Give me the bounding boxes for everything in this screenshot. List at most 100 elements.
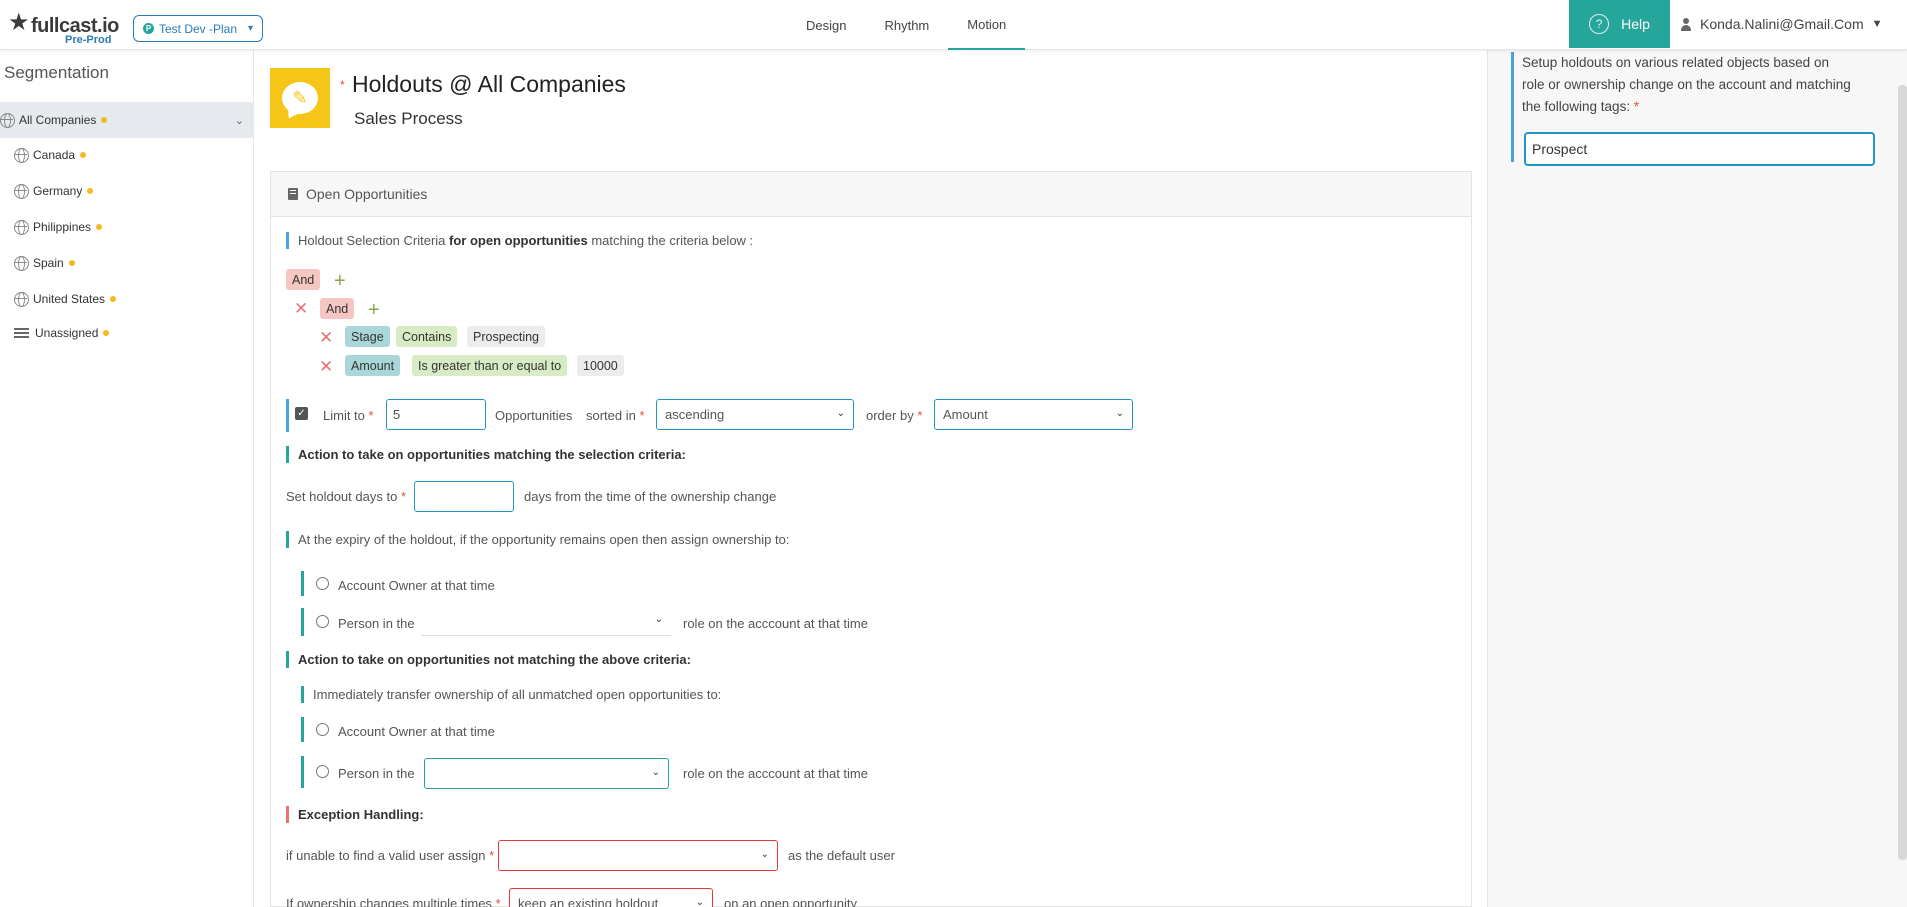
account-owner-label: Account Owner at that time <box>338 578 495 593</box>
rule-operator[interactable]: Is greater than or equal to <box>412 355 568 376</box>
help-button[interactable]: ? Help <box>1569 0 1670 48</box>
tags-panel: Setup holdouts on various related object… <box>1487 50 1907 907</box>
rule-operator[interactable]: Contains <box>396 326 458 347</box>
section-marker <box>301 571 304 596</box>
sidebar-item-germany[interactable]: Germany <box>0 177 254 205</box>
page-scrollbar[interactable] <box>1898 85 1907 860</box>
action-nomatch-heading: Action to take on opportunities not matc… <box>286 651 691 668</box>
status-dot <box>68 260 75 266</box>
sidebar-item-unassigned[interactable]: Unassigned <box>0 319 254 347</box>
environment-label: Pre-Prod <box>65 34 112 46</box>
limit-label: Limit to * <box>323 408 374 423</box>
tags-description-text: Setup holdouts on various related object… <box>1522 55 1851 114</box>
open-opportunities-panel: Open Opportunities Holdout Selection Cri… <box>270 171 1472 907</box>
chevron-down-icon: ⌄ <box>836 408 845 419</box>
criteria-bold: for open opportunities <box>449 233 588 248</box>
globe-icon <box>14 291 29 307</box>
sort-direction-value: ascending <box>665 407 725 422</box>
sort-direction-select[interactable]: ascending ⌄ <box>656 399 854 430</box>
rule-field[interactable]: Amount <box>345 355 401 376</box>
segmentation-sidebar: Segmentation All Companies ⌄ Canada Germ… <box>0 50 254 907</box>
rule-value[interactable]: 10000 <box>577 355 624 376</box>
holdout-days-suffix: days from the time of the ownership chan… <box>524 489 777 504</box>
sidebar-item-all-companies[interactable]: All Companies ⌄ <box>0 102 254 138</box>
and-operator-outer[interactable]: And <box>286 269 321 290</box>
person-in-label: Person in the <box>338 616 415 631</box>
globe-icon <box>14 147 29 163</box>
sidebar-item-united-states[interactable]: United States <box>0 285 254 313</box>
add-rule-icon[interactable]: + <box>368 300 380 320</box>
and-operator-inner[interactable]: And <box>320 298 355 319</box>
plan-selector[interactable]: P Test Dev -Plan ▾ <box>133 15 263 42</box>
fullcast-logo[interactable]: ★ fullcast.io Pre-Prod <box>8 9 119 47</box>
account-owner-radio[interactable] <box>316 577 329 590</box>
top-bar: ★ fullcast.io Pre-Prod P Test Dev -Plan … <box>0 0 1907 50</box>
panel-title: Open Opportunities <box>306 186 428 202</box>
person-role-radio[interactable] <box>316 765 329 778</box>
nav-rhythm[interactable]: Rhythm <box>865 0 948 50</box>
sidebar-item-label: United States <box>33 292 106 306</box>
person-in-label: Person in the <box>338 766 415 781</box>
remove-group-icon[interactable]: ✕ <box>294 300 308 317</box>
chevron-down-icon: ⌄ <box>651 767 660 778</box>
chevron-down-icon: ⌄ <box>695 897 704 907</box>
multiple-changes-select[interactable]: keep an existing holdout ⌄ <box>509 888 713 907</box>
caret-down-icon: ▼ <box>1871 18 1883 30</box>
sidebar-item-spain[interactable]: Spain <box>0 249 254 277</box>
holdout-days-input[interactable] <box>414 481 514 512</box>
nav-design[interactable]: Design <box>787 0 865 50</box>
expiry-role-select[interactable]: ⌄ <box>421 608 671 636</box>
globe-icon <box>14 255 29 271</box>
section-marker <box>301 756 304 788</box>
sidebar-item-canada[interactable]: Canada <box>0 141 254 169</box>
order-by-value: Amount <box>943 407 988 422</box>
rule-value[interactable]: Prospecting <box>467 326 546 347</box>
star-icon: ★ <box>8 9 30 36</box>
status-dot <box>80 152 87 158</box>
status-dot <box>110 296 117 302</box>
status-dot <box>96 224 103 230</box>
sidebar-item-label: Germany <box>33 184 83 198</box>
tags-input[interactable]: Prospect <box>1524 132 1875 166</box>
main-nav: Design Rhythm Motion <box>787 0 1026 50</box>
expiry-heading: At the expiry of the holdout, if the opp… <box>286 531 789 548</box>
user-email: Konda.Nalini@Gmail.Com <box>1700 16 1864 32</box>
section-marker <box>301 608 304 636</box>
order-by-select[interactable]: Amount ⌄ <box>934 399 1133 430</box>
required-marker: * <box>1633 99 1640 114</box>
add-rule-icon[interactable]: + <box>334 271 346 291</box>
default-user-select[interactable]: ⌄ <box>498 840 778 871</box>
remove-rule-icon[interactable]: ✕ <box>319 329 333 346</box>
criteria-prefix: Holdout Selection Criteria <box>298 233 446 248</box>
holdout-days-label: Set holdout days to * <box>286 489 406 504</box>
required-marker: * <box>340 78 345 92</box>
transfer-role-select[interactable]: ⌄ <box>424 758 669 789</box>
order-by-label: order by * <box>866 408 923 423</box>
account-owner-label: Account Owner at that time <box>338 724 495 739</box>
sorted-label: sorted in * <box>586 408 645 423</box>
criteria-suffix: matching the criteria below : <box>591 233 754 248</box>
account-owner-radio[interactable] <box>316 723 329 736</box>
default-user-suffix: as the default user <box>788 848 895 863</box>
sidebar-item-philippines[interactable]: Philippines <box>0 213 254 241</box>
person-role-radio[interactable] <box>316 615 329 628</box>
plan-label: Test Dev -Plan <box>159 21 238 36</box>
remove-rule-icon[interactable]: ✕ <box>319 358 333 375</box>
limit-input[interactable]: 5 <box>386 399 486 430</box>
status-dot <box>103 330 110 336</box>
section-marker <box>301 717 304 742</box>
user-icon <box>1680 17 1692 31</box>
chevron-down-icon[interactable]: ⌄ <box>235 114 244 127</box>
transfer-heading: Immediately transfer ownership of all un… <box>301 686 721 703</box>
limit-checkbox[interactable]: ✓ <box>295 407 308 420</box>
list-icon <box>14 328 29 338</box>
rule-field[interactable]: Stage <box>345 326 390 347</box>
nav-motion[interactable]: Motion <box>948 0 1026 50</box>
status-dot <box>87 188 94 194</box>
chevron-down-icon: ⌄ <box>1115 408 1124 419</box>
book-icon <box>288 188 298 200</box>
globe-icon <box>0 112 15 128</box>
user-menu[interactable]: Konda.Nalini@Gmail.Com ▼ <box>1680 0 1883 48</box>
holdout-chat-icon: ✎ <box>270 68 330 128</box>
criteria-heading: Holdout Selection Criteria for open oppo… <box>286 232 753 249</box>
